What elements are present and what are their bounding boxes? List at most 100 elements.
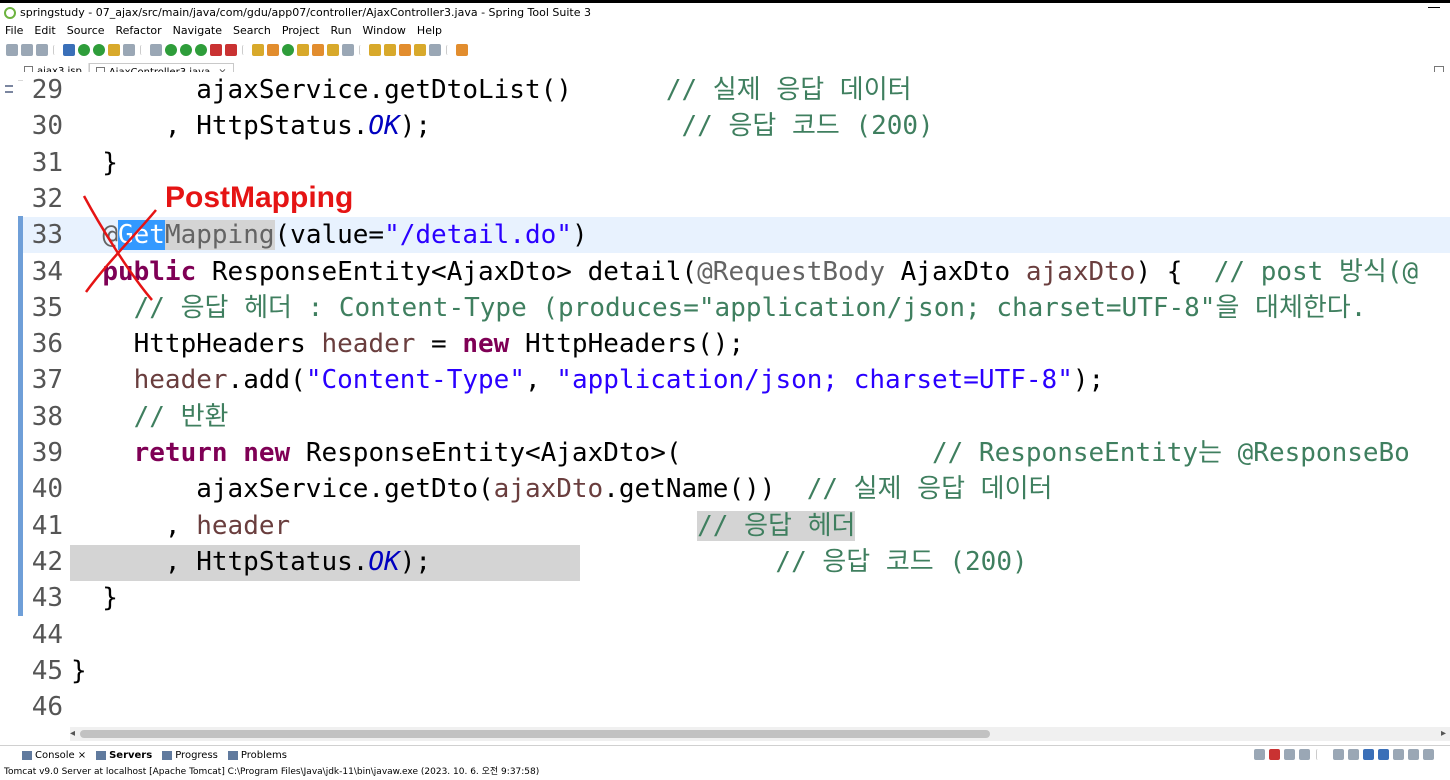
menu-navigate[interactable]: Navigate	[173, 24, 222, 37]
clear-console-icon[interactable]	[1299, 749, 1310, 760]
pin-icon[interactable]	[108, 44, 120, 56]
maximize-view-icon[interactable]	[1423, 749, 1434, 760]
last-edit-icon[interactable]	[399, 44, 411, 56]
annotation-nav-icon[interactable]	[342, 44, 354, 56]
previous-annotation-icon[interactable]	[384, 44, 396, 56]
close-tab-icon[interactable]: ×	[78, 750, 86, 761]
back-icon[interactable]	[414, 44, 426, 56]
next-annotation-icon[interactable]	[369, 44, 381, 56]
toggle-mark-icon[interactable]	[63, 44, 75, 56]
menu-run[interactable]: Run	[330, 24, 351, 37]
code-token: "/detail.do"	[384, 220, 572, 251]
code-text: , HttpStatus.OK); // 응답 코드 (200)	[71, 544, 1028, 580]
save-icon[interactable]	[21, 44, 33, 56]
external-tools-icon[interactable]	[225, 44, 237, 56]
run-server-icon[interactable]	[78, 44, 90, 56]
remove-launch-icon[interactable]	[1254, 749, 1265, 760]
line-number: 46	[31, 692, 63, 723]
line-number: 41	[31, 510, 63, 541]
overview-icon[interactable]	[5, 85, 13, 93]
refresh-icon[interactable]	[93, 44, 105, 56]
pin-console-icon[interactable]	[1363, 749, 1374, 760]
code-line[interactable]: 30 , HttpStatus.OK); // 응답 코드 (200)	[23, 108, 1450, 144]
code-token: ajaxDto	[1025, 256, 1136, 287]
scroll-left-icon[interactable]: ◂	[70, 728, 75, 739]
code-token: ,	[71, 510, 197, 541]
code-line[interactable]: 42 , HttpStatus.OK); // 응답 코드 (200)	[23, 544, 1450, 580]
new-class-icon[interactable]	[282, 44, 294, 56]
code-line[interactable]: 39 return new ResponseEntity<AjaxDto>( /…	[23, 435, 1450, 471]
code-token: ResponseEntity<AjaxDto>(	[290, 438, 932, 468]
code-line[interactable]: 38 // 반환	[23, 399, 1450, 435]
menu-file[interactable]: File	[5, 24, 23, 37]
code-line[interactable]: 46	[23, 689, 1450, 725]
code-token: new	[462, 329, 510, 360]
line-number: 31	[31, 147, 63, 178]
code-token: // post 방식(@	[1213, 256, 1419, 287]
code-token: // 응답 코드 (200)	[681, 111, 934, 142]
code-line[interactable]: 33 @GetMapping(value="/detail.do")	[23, 217, 1450, 254]
scrollbar-thumb[interactable]	[80, 730, 990, 738]
menu-search[interactable]: Search	[233, 24, 271, 37]
stop-icon[interactable]	[210, 44, 222, 56]
show-whitespace-icon[interactable]	[150, 44, 162, 56]
spring-tool-suite-icon	[4, 6, 16, 19]
code-line[interactable]: 41 , header // 응답 헤더	[23, 508, 1450, 544]
tab-servers[interactable]: Servers	[96, 750, 152, 761]
code-editor[interactable]: 29 ajaxService.getDtoList() // 실제 응답 데이터…	[23, 72, 1450, 727]
new-java-project-icon[interactable]	[252, 44, 264, 56]
remove-all-icon[interactable]	[1284, 749, 1295, 760]
menu-help[interactable]: Help	[417, 24, 442, 37]
code-line[interactable]: 36 HttpHeaders header = new HttpHeaders(…	[23, 326, 1450, 362]
horizontal-scrollbar[interactable]: ◂ ▸	[70, 727, 1450, 741]
save-all-icon[interactable]	[36, 44, 48, 56]
tab-console[interactable]: Console ×	[22, 750, 86, 761]
code-text: HttpHeaders header = new HttpHeaders();	[71, 326, 745, 362]
minimize-button[interactable]	[1428, 7, 1440, 8]
code-text: }	[71, 653, 87, 689]
code-line[interactable]: 43 }	[23, 580, 1450, 616]
code-line[interactable]: 35 // 응답 헤더 : Content-Type (produces="ap…	[23, 290, 1450, 326]
code-line[interactable]: 40 ajaxService.getDto(ajaxDto.getName())…	[23, 471, 1450, 507]
menu-edit[interactable]: Edit	[34, 24, 55, 37]
new-package-icon[interactable]	[267, 44, 279, 56]
open-task-icon[interactable]	[312, 44, 324, 56]
code-line[interactable]: 45}	[23, 653, 1450, 689]
code-line[interactable]: 31 }	[23, 145, 1450, 181]
code-token: );	[399, 111, 682, 142]
scroll-right-icon[interactable]: ▸	[1441, 728, 1446, 739]
code-line[interactable]: 37 header.add("Content-Type", "applicati…	[23, 362, 1450, 398]
new-icon[interactable]	[6, 44, 18, 56]
menu-window[interactable]: Window	[363, 24, 406, 37]
code-line[interactable]: 34 public ResponseEntity<AjaxDto> detail…	[23, 254, 1450, 290]
menu-project[interactable]: Project	[282, 24, 320, 37]
run-last-icon[interactable]	[195, 44, 207, 56]
publish-icon[interactable]	[123, 44, 135, 56]
terminate-icon[interactable]	[1269, 749, 1280, 760]
open-perspective-icon[interactable]	[456, 44, 468, 56]
line-number: 29	[31, 75, 63, 105]
menu-source[interactable]: Source	[67, 24, 105, 37]
code-token: .add(	[227, 365, 306, 396]
code-token: // 반환	[133, 401, 229, 432]
display-console-icon[interactable]	[1378, 749, 1389, 760]
menu-refactor[interactable]: Refactor	[116, 24, 162, 37]
code-token: ResponseEntity<AjaxDto> detail(	[196, 256, 698, 287]
forward-icon[interactable]	[429, 44, 441, 56]
console-toolbar	[1254, 749, 1434, 760]
debug-icon[interactable]	[165, 44, 177, 56]
code-line[interactable]: 44	[23, 617, 1450, 653]
code-text: header.add("Content-Type", "application/…	[71, 362, 1105, 398]
word-wrap-icon[interactable]	[1348, 749, 1359, 760]
tab-problems[interactable]: Problems	[227, 750, 287, 761]
run-icon[interactable]	[180, 44, 192, 56]
line-number: 30	[31, 111, 63, 142]
scroll-lock-icon[interactable]	[1333, 749, 1344, 760]
open-type-icon[interactable]	[297, 44, 309, 56]
minimize-view-icon[interactable]	[1408, 749, 1419, 760]
code-line[interactable]: 29 ajaxService.getDtoList() // 실제 응답 데이터	[23, 72, 1450, 108]
tab-progress[interactable]: Progress	[162, 750, 218, 761]
open-console-icon[interactable]	[1393, 749, 1404, 760]
search-icon[interactable]	[327, 44, 339, 56]
